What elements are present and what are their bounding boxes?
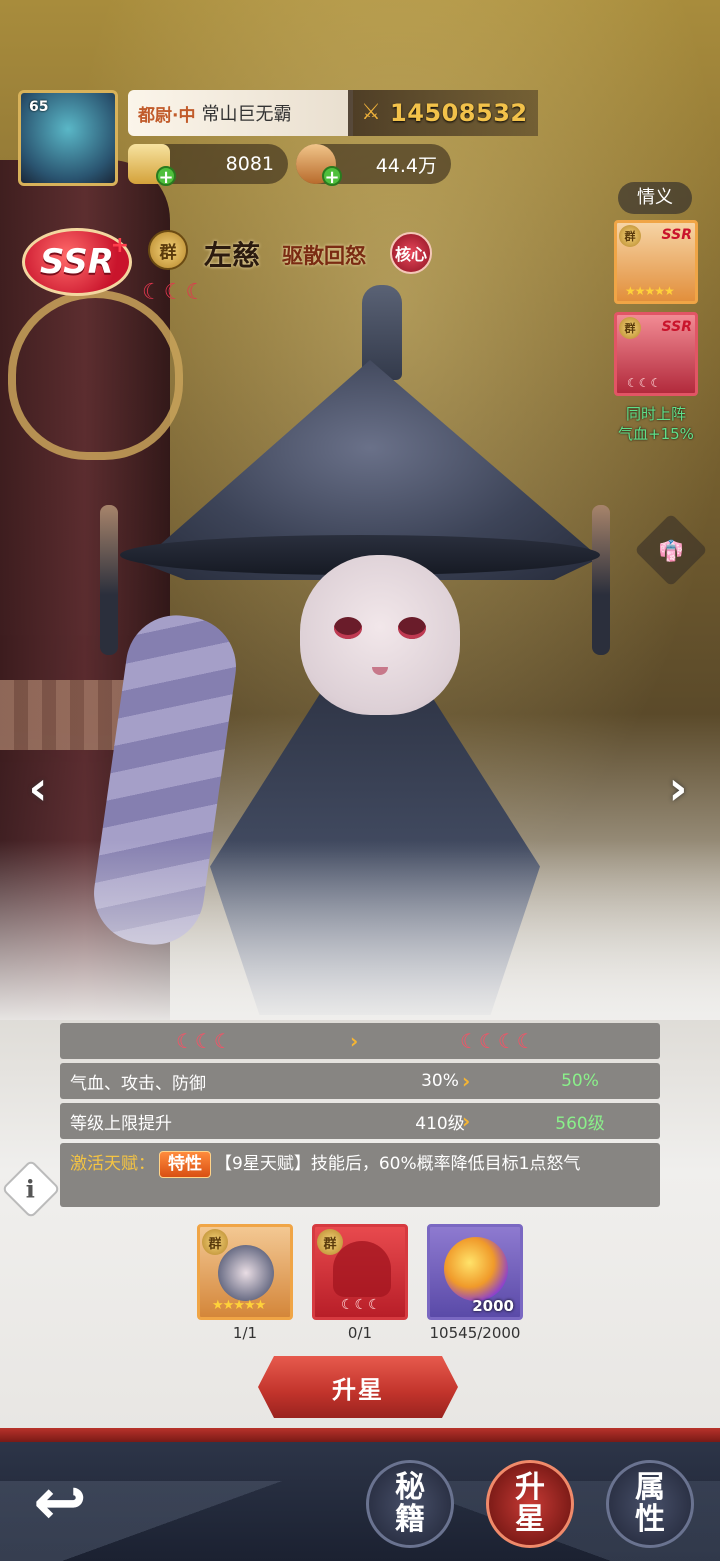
bond-bonus-text: 同时上阵 气血+15%	[604, 404, 708, 444]
coin-resource: + 44.4万	[296, 144, 451, 188]
stat-current: 410级	[415, 1113, 465, 1134]
stat-label: 气血、攻击、防御	[70, 1073, 206, 1094]
material-faction-badge: 群	[202, 1229, 228, 1255]
combat-power-value: 14508532	[390, 99, 528, 127]
upgrade-star-button[interactable]: 升星	[258, 1356, 458, 1418]
bond-bonus-line-2: 气血+15%	[618, 425, 694, 443]
gold-ingot-icon: +	[128, 144, 176, 188]
stat-row: 等级上限提升 410级 › 560级	[60, 1103, 660, 1139]
material-moons: ☾☾☾	[341, 1297, 382, 1313]
trait-tag: 特性	[159, 1151, 211, 1178]
stat-label: 等级上限提升	[70, 1113, 172, 1134]
stat-next: 50%	[561, 1071, 599, 1091]
material-faction-badge: 群	[317, 1229, 343, 1255]
combat-power-bar: ⚔ 14508532	[348, 90, 538, 136]
outfit-icon: 👘	[658, 538, 684, 562]
tab-label: 秘 籍	[380, 1472, 440, 1536]
player-avatar[interactable]: 65	[18, 90, 118, 186]
hero-star-moons: ☾☾☾	[142, 280, 208, 305]
info-button[interactable]: i	[1, 1159, 61, 1219]
arrow-icon: ›	[462, 1069, 471, 1093]
player-rank: 都尉·中	[138, 105, 196, 126]
card-faction-badge: 群	[619, 225, 641, 247]
material-hero-card[interactable]: 群 ★★★★★	[197, 1224, 293, 1320]
ssr-text: SSR	[40, 242, 114, 282]
tab-label: 属 性	[620, 1472, 680, 1536]
card-ssr-badge: SSR	[661, 319, 692, 335]
card-ssr-badge: SSR	[661, 227, 692, 243]
talent-label: 激活天赋：	[70, 1154, 155, 1174]
gold-resource: + 8081	[128, 144, 288, 188]
arrow-icon: ›	[350, 1029, 359, 1053]
material-count: 10545/2000	[429, 1324, 521, 1342]
tab-secret-book[interactable]: 秘 籍	[366, 1460, 454, 1548]
hero-name: 左慈	[204, 239, 261, 272]
bond-label[interactable]: 情义	[618, 182, 692, 214]
back-arrow-icon: ↩	[33, 1466, 87, 1540]
hat-tassel-left	[100, 505, 118, 655]
coin-value: 44.4万	[375, 154, 437, 177]
arrow-icon: ›	[462, 1109, 471, 1133]
hero-skill-tag: 驱散回怒	[282, 244, 366, 268]
material-count: 0/1	[347, 1324, 373, 1342]
material-orb[interactable]: 2000	[427, 1224, 523, 1320]
material-count: 1/1	[232, 1324, 258, 1342]
stat-row: 气血、攻击、防御 30% › 50%	[60, 1063, 660, 1099]
player-level: 65	[29, 99, 49, 115]
add-gold-button[interactable]: +	[156, 166, 176, 188]
tab-star-upgrade[interactable]: 升 星	[486, 1460, 574, 1548]
spirit-orb-icon	[444, 1237, 508, 1301]
tab-label-line-1: 升	[515, 1470, 545, 1505]
material-any-hero-card[interactable]: 群 ☾☾☾	[312, 1224, 408, 1320]
bond-bonus-line-1: 同时上阵	[625, 405, 686, 423]
hero-face	[300, 555, 460, 715]
panel-frame	[0, 1428, 720, 1442]
material-orb-amount: 2000	[472, 1297, 514, 1315]
add-coin-button[interactable]: +	[322, 166, 342, 188]
ssr-plus: +	[110, 233, 129, 258]
tab-label-line-2: 性	[635, 1502, 665, 1537]
tab-label-line-2: 星	[515, 1502, 545, 1537]
crossed-swords-icon: ⚔	[361, 100, 381, 125]
chevron-right-icon: ›	[668, 761, 688, 815]
current-star-moons: ☾☾☾	[176, 1029, 233, 1053]
chevron-left-icon: ‹	[28, 761, 48, 815]
hero-mouth	[372, 667, 388, 675]
bond-hero-card-1[interactable]: 群 SSR ★★★★★	[614, 220, 698, 304]
hero-eye-left	[334, 617, 362, 639]
material-hero-portrait	[218, 1245, 274, 1301]
player-name-bar: 都尉·中 常山巨无霸	[128, 90, 353, 136]
talent-row: 激活天赋： 特性 【9星天赋】技能后，60%概率降低目标1点怒气	[60, 1143, 660, 1207]
next-star-moons: ☾☾☾☾	[460, 1029, 536, 1053]
star-level-row: ☾☾☾ › ☾☾☾☾	[60, 1023, 660, 1059]
tab-label-line-1: 属	[635, 1470, 665, 1505]
card-moons: ☾☾☾	[627, 376, 663, 390]
talent-text: 【9星天赋】技能后，60%概率降低目标1点怒气	[215, 1154, 581, 1174]
back-button[interactable]: ↩	[20, 1468, 100, 1538]
stage-fade	[0, 840, 720, 1020]
stat-next: 560级	[555, 1113, 605, 1134]
info-icon: i	[26, 1174, 36, 1204]
stat-current: 30%	[421, 1071, 459, 1091]
coin-icon: +	[296, 144, 342, 188]
tab-label-line-2: 籍	[395, 1502, 425, 1537]
faction-badge: 群	[148, 230, 188, 270]
card-stars: ★★★★★	[625, 284, 675, 298]
material-stars: ★★★★★	[212, 1298, 266, 1313]
next-hero-arrow[interactable]: ›	[648, 758, 708, 818]
bond-hero-card-2[interactable]: 群 SSR ☾☾☾	[614, 312, 698, 396]
tab-label-line-1: 秘	[395, 1470, 425, 1505]
tab-attributes[interactable]: 属 性	[606, 1460, 694, 1548]
hero-eye-right	[398, 617, 426, 639]
card-faction-badge: 群	[619, 317, 641, 339]
hat-tassel-right	[592, 505, 610, 655]
player-name: 常山巨无霸	[201, 104, 292, 125]
prev-hero-arrow[interactable]: ‹	[8, 758, 68, 818]
hero-silhouette-icon	[333, 1241, 391, 1297]
gold-value: 8081	[225, 153, 274, 175]
ssr-rarity-badge: SSR +	[22, 228, 132, 296]
tab-label: 升 星	[500, 1472, 560, 1536]
core-badge: 核心	[390, 232, 432, 274]
